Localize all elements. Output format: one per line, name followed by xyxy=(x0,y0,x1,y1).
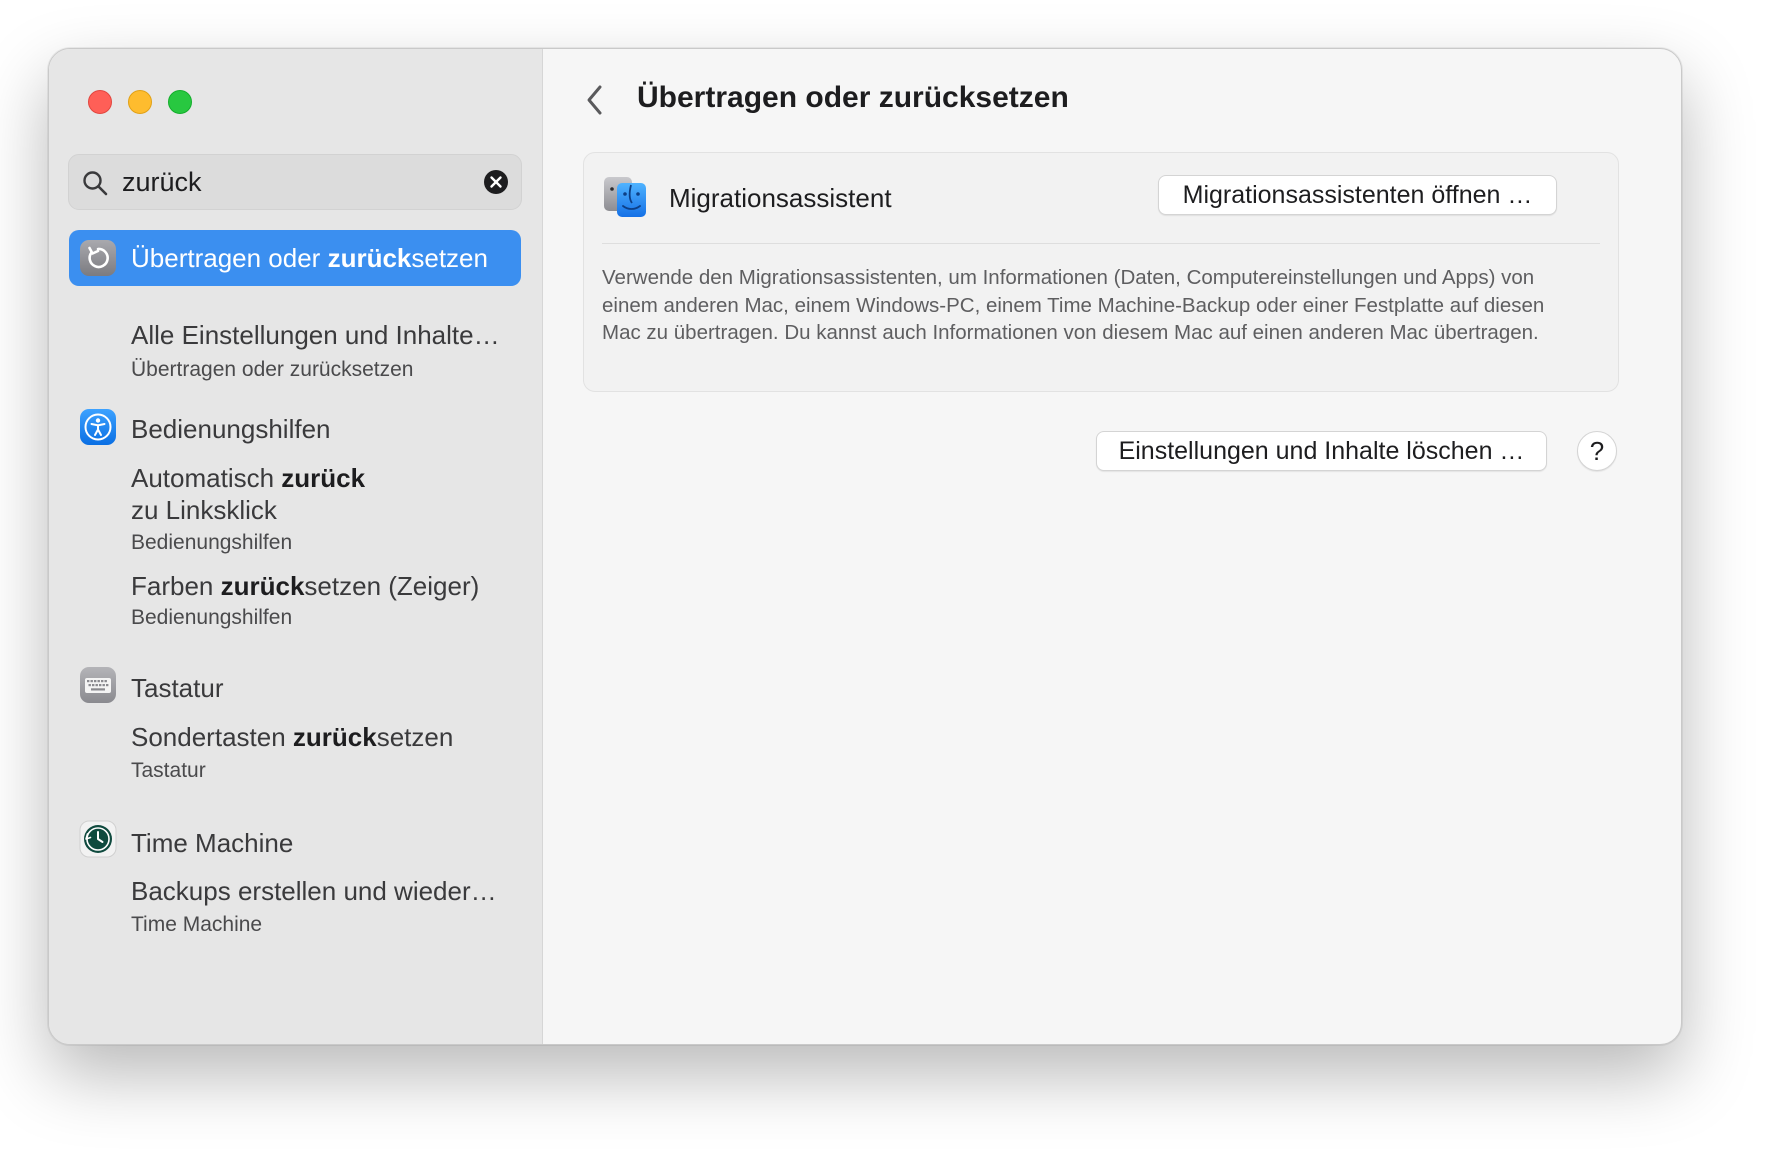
result-caption: Übertragen oder zurücksetzen xyxy=(131,358,414,381)
accessibility-icon xyxy=(80,409,116,445)
sidebar-item-time-machine[interactable]: Time Machine xyxy=(131,828,293,859)
migration-assistant-icon xyxy=(604,177,646,217)
help-button[interactable]: ? xyxy=(1577,431,1617,471)
result-title: Sondertasten zurücksetzen xyxy=(131,722,454,752)
minimize-button[interactable] xyxy=(128,90,152,114)
result-caption: Tastatur xyxy=(131,759,206,782)
result-title-line2: zu Linksklick xyxy=(131,495,277,525)
result-title: Farben zurücksetzen (Zeiger) xyxy=(131,571,480,601)
search-icon xyxy=(83,171,108,196)
migration-assistant-label: Migrationsassistent xyxy=(669,183,892,213)
transfer-reset-icon xyxy=(80,240,116,276)
sidebar-item-label: Übertragen oder zurücksetzen xyxy=(131,243,488,273)
sidebar: Übertragen oder zurücksetzen Alle Einste… xyxy=(49,49,543,1044)
card-divider xyxy=(602,243,1600,244)
time-machine-icon xyxy=(79,820,117,858)
zoom-button[interactable] xyxy=(168,90,192,114)
clear-search-icon[interactable] xyxy=(483,169,509,195)
result-caption: Time Machine xyxy=(131,913,263,936)
sidebar-item-keyboard[interactable]: Tastatur xyxy=(131,673,224,704)
back-chevron-icon[interactable] xyxy=(583,81,607,119)
sidebar-item-accessibility[interactable]: Bedienungshilfen xyxy=(131,414,331,445)
result-title: Alle Einstellungen und Inhalte… xyxy=(131,320,500,350)
search-input[interactable] xyxy=(122,163,462,201)
result-title: Automatisch zurück xyxy=(131,463,366,493)
result-title: Backups erstellen und wieder… xyxy=(131,876,497,906)
open-migration-assistant-button[interactable]: Migrationsassistenten öffnen … xyxy=(1158,175,1557,215)
migration-card: Migrationsassistent Migrationsassistente… xyxy=(583,152,1619,392)
result-caption: Bedienungshilfen xyxy=(131,606,293,629)
result-caption: Bedienungshilfen xyxy=(131,531,293,554)
close-button[interactable] xyxy=(88,90,112,114)
keyboard-icon xyxy=(80,667,116,703)
sidebar-item-transfer-reset[interactable]: Übertragen oder zurücksetzen xyxy=(69,230,521,286)
erase-all-content-button[interactable]: Einstellungen und Inhalte löschen … xyxy=(1096,431,1547,471)
content-pane: Übertragen oder zurücksetzen Migrationsa… xyxy=(543,49,1681,1044)
page-title: Übertragen oder zurücksetzen xyxy=(637,81,1069,114)
search-field[interactable] xyxy=(68,154,522,210)
migration-description: Verwende den Migrationsassistenten, um I… xyxy=(602,266,1545,344)
settings-window: Übertragen oder zurücksetzen Alle Einste… xyxy=(48,48,1682,1045)
